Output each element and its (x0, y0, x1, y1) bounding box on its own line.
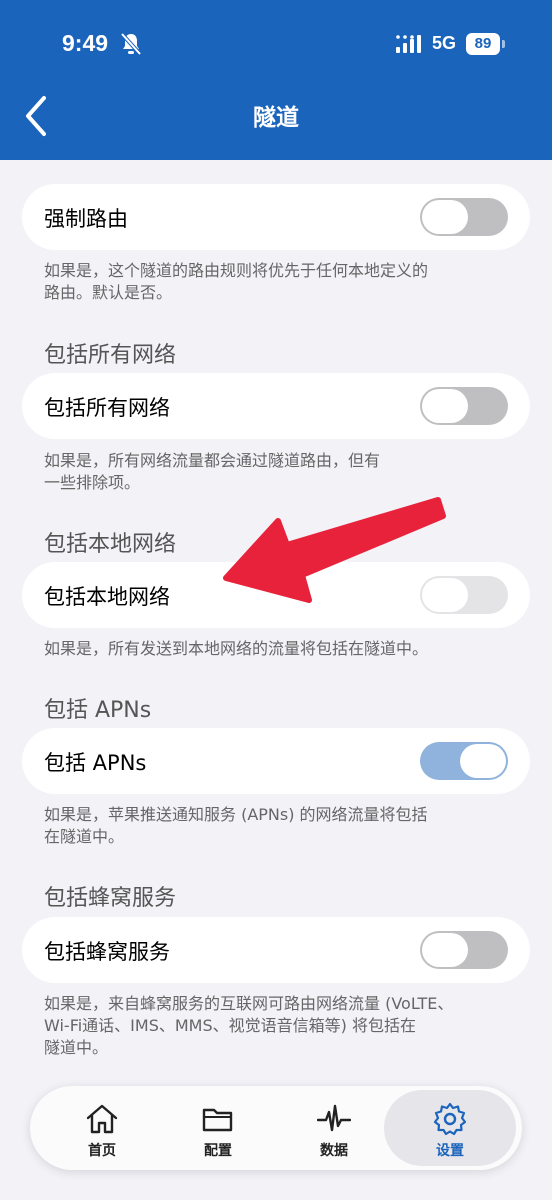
status-time: 9:49 (62, 30, 109, 56)
force-routing-toggle[interactable] (420, 198, 508, 236)
setting-label: 包括 APNs (44, 751, 147, 775)
tab-bar: 首页 配置 数据 设置 (30, 1086, 522, 1170)
setting-label: 强制路由 (44, 207, 128, 231)
network-type: 5G (432, 33, 457, 53)
setting-label: 包括所有网络 (44, 396, 170, 420)
tab-home[interactable]: 首页 (44, 1086, 160, 1170)
tab-label: 设置 (436, 1143, 464, 1159)
tab-label: 配置 (204, 1143, 232, 1159)
include-local-networks-toggle[interactable] (420, 576, 508, 614)
setting-row-include-all-networks: 包括所有网络 (22, 373, 530, 439)
signal-icon (396, 35, 421, 53)
gear-icon (433, 1102, 467, 1136)
section-header-local-networks: 包括本地网络 (44, 532, 177, 557)
setting-row-include-cellular: 包括蜂窝服务 (22, 917, 530, 983)
folder-icon (202, 1108, 233, 1132)
tab-config[interactable]: 配置 (160, 1086, 276, 1170)
setting-row-force-routing: 强制路由 (22, 184, 530, 250)
toggle-knob (460, 744, 506, 778)
section-header-apns: 包括 APNs (44, 698, 152, 723)
section-header-all-networks: 包括所有网络 (44, 343, 177, 368)
activity-icon (317, 1104, 351, 1132)
battery-tip (502, 40, 505, 48)
setting-description: 如果是，苹果推送通知服务 (APNs) 的网络流量将包括 在隧道中。 (44, 805, 428, 846)
toggle-knob (422, 389, 468, 423)
header-bar: 9:49 5G 89 隧道 (0, 0, 552, 160)
setting-label: 包括本地网络 (44, 585, 170, 609)
tab-label: 数据 (320, 1143, 348, 1159)
battery-icon: 89 (466, 33, 500, 55)
setting-description: 如果是，所有网络流量都会通过隧道路由，但有 一些排除项。 (44, 451, 381, 492)
include-all-networks-toggle[interactable] (420, 387, 508, 425)
include-apns-toggle[interactable] (420, 742, 508, 780)
tab-settings[interactable]: 设置 (384, 1090, 516, 1166)
status-bar: 9:49 5G 89 (0, 0, 552, 90)
setting-row-include-local-networks: 包括本地网络 (22, 562, 530, 628)
home-icon (86, 1104, 118, 1134)
setting-description: 如果是，来自蜂窝服务的互联网可路由网络流量 (VoLTE、 Wi-Fi通话、IM… (44, 994, 454, 1057)
tab-data[interactable]: 数据 (276, 1086, 392, 1170)
setting-label: 包括蜂窝服务 (44, 940, 170, 964)
setting-description: 如果是，所有发送到本地网络的流量将包括在隧道中。 (44, 639, 429, 658)
toggle-knob (422, 933, 468, 967)
setting-row-include-apns: 包括 APNs (22, 728, 530, 794)
silent-bell-icon (120, 32, 142, 56)
include-cellular-toggle[interactable] (420, 931, 508, 969)
tab-label: 首页 (88, 1143, 116, 1159)
toggle-knob (422, 200, 468, 234)
setting-description: 如果是，这个隧道的路由规则将优先于任何本地定义的 路由。默认是否。 (44, 261, 429, 302)
toggle-knob (422, 578, 468, 612)
section-header-cellular: 包括蜂窝服务 (44, 886, 177, 911)
page-title: 隧道 (253, 105, 299, 131)
